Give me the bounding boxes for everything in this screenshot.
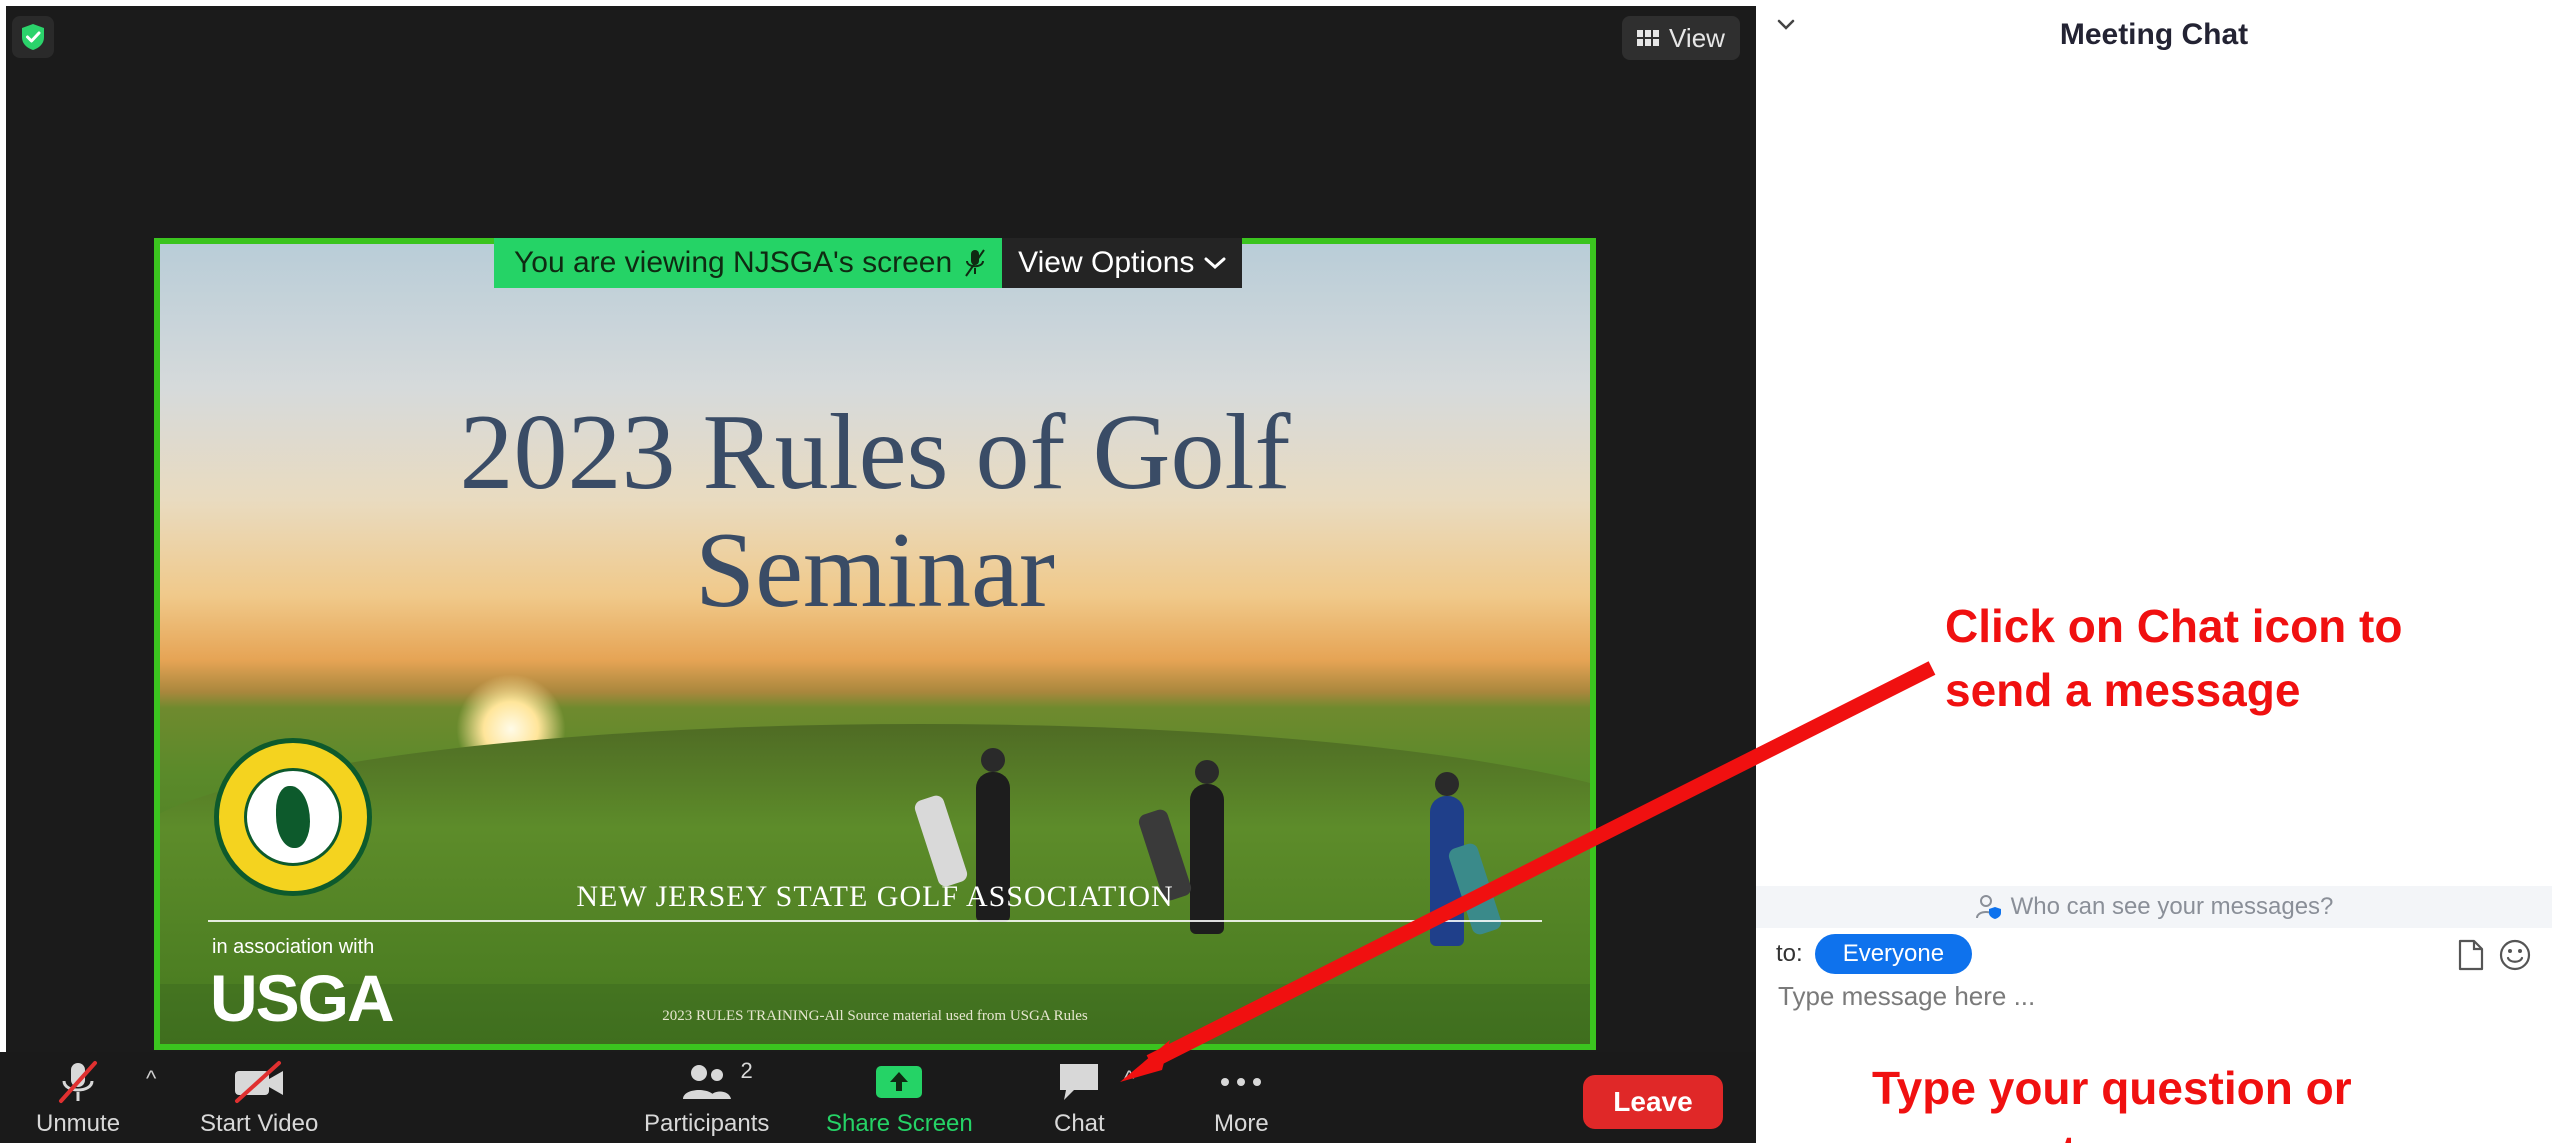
chat-options-caret[interactable]: ^ — [1124, 1066, 1134, 1092]
view-button[interactable]: View — [1622, 16, 1740, 60]
chat-title: Meeting Chat — [2059, 18, 2249, 51]
chat-hint-line1: Click on Chat icon to — [1945, 600, 2403, 652]
chevron-down-icon — [1204, 257, 1226, 270]
chat-hint-line2: send a message — [1945, 664, 2301, 716]
njsga-seal-logo — [214, 738, 372, 896]
share-screen-button[interactable]: Share Screen — [826, 1058, 973, 1138]
audio-options-caret[interactable]: ^ — [146, 1066, 156, 1092]
meeting-area: View 2023 Rules of Golf Seminar NEW JERS… — [0, 0, 1756, 1143]
participants-label: Participants — [644, 1110, 770, 1137]
microphone-muted-icon — [59, 1061, 98, 1103]
view-options-button[interactable]: View Options — [1002, 238, 1243, 288]
start-video-label: Start Video — [200, 1110, 319, 1137]
person-shield-icon — [1975, 895, 2001, 919]
association-name: NEW JERSEY STATE GOLF ASSOCIATION — [576, 880, 1174, 913]
leave-button[interactable]: Leave — [1583, 1075, 1723, 1129]
share-arrow-icon — [876, 1066, 923, 1098]
type-message-instruction: Type your question or comment — [1872, 1056, 2352, 1143]
slide-title-line2: Seminar — [695, 511, 1055, 630]
chat-button[interactable]: Chat — [1054, 1058, 1105, 1138]
participants-count: 2 — [740, 1058, 753, 1083]
security-shield-button[interactable] — [12, 16, 54, 58]
slide-divider — [208, 920, 1542, 922]
chat-label: Chat — [1054, 1110, 1105, 1137]
more-label: More — [1214, 1110, 1269, 1137]
recipient-row: to: Everyone — [1776, 932, 1973, 976]
slide-title-line1: 2023 Rules of Golf — [459, 393, 1291, 512]
shared-screen-slide: 2023 Rules of Golf Seminar NEW JERSEY ST… — [154, 238, 1596, 1050]
slide-footer-note: 2023 RULES TRAINING-All Source material … — [662, 1008, 1088, 1024]
shield-check-icon — [22, 24, 44, 50]
zoom-window: View 2023 Rules of Golf Seminar NEW JERS… — [0, 0, 2552, 1143]
chat-input-tools — [2456, 938, 2532, 972]
start-video-button[interactable]: Start Video — [200, 1058, 318, 1138]
unmute-label: Unmute — [36, 1110, 121, 1137]
type-hint-line1: Type your question or — [1872, 1062, 2352, 1114]
ellipsis-icon — [1221, 1078, 1262, 1086]
chat-message-input[interactable] — [1776, 980, 2520, 1013]
slide-title: 2023 Rules of Golf Seminar — [160, 394, 1590, 630]
participants-button[interactable]: 2 Participants — [644, 1058, 769, 1138]
chat-panel: Meeting Chat Who can see your messages? … — [1756, 0, 2552, 1143]
chat-icon-instruction: Click on Chat icon to send a message — [1945, 594, 2402, 722]
people-icon — [682, 1065, 731, 1099]
view-button-label: View — [1669, 22, 1725, 53]
in-association-label: in association with — [212, 936, 375, 958]
speech-bubble-icon — [1060, 1064, 1099, 1100]
privacy-text: Who can see your messages? — [2010, 893, 2334, 920]
camera-off-icon — [235, 1061, 284, 1103]
more-button[interactable]: More — [1214, 1058, 1269, 1138]
viewing-indicator: You are viewing NJSGA's screen — [494, 238, 1003, 288]
meeting-toolbar: Unmute ^ Start Video 2 Participants Shar… — [0, 1052, 1756, 1143]
to-label: to: — [1776, 940, 1803, 967]
view-options-label: View Options — [1018, 246, 1195, 279]
screen-share-banner: You are viewing NJSGA's screen View Opti… — [494, 238, 1243, 288]
grid-icon — [1637, 30, 1660, 46]
smiley-icon[interactable] — [2498, 938, 2532, 972]
viewing-text: You are viewing NJSGA's screen — [514, 246, 953, 279]
type-hint-line2: comment — [1872, 1120, 2352, 1143]
file-icon[interactable] — [2456, 939, 2484, 971]
recipient-selector[interactable]: Everyone — [1814, 934, 1973, 974]
microphone-muted-icon — [965, 249, 985, 277]
chat-privacy-link[interactable]: Who can see your messages? — [1756, 886, 2552, 928]
share-screen-label: Share Screen — [826, 1110, 973, 1137]
unmute-button[interactable]: Unmute — [36, 1058, 120, 1138]
